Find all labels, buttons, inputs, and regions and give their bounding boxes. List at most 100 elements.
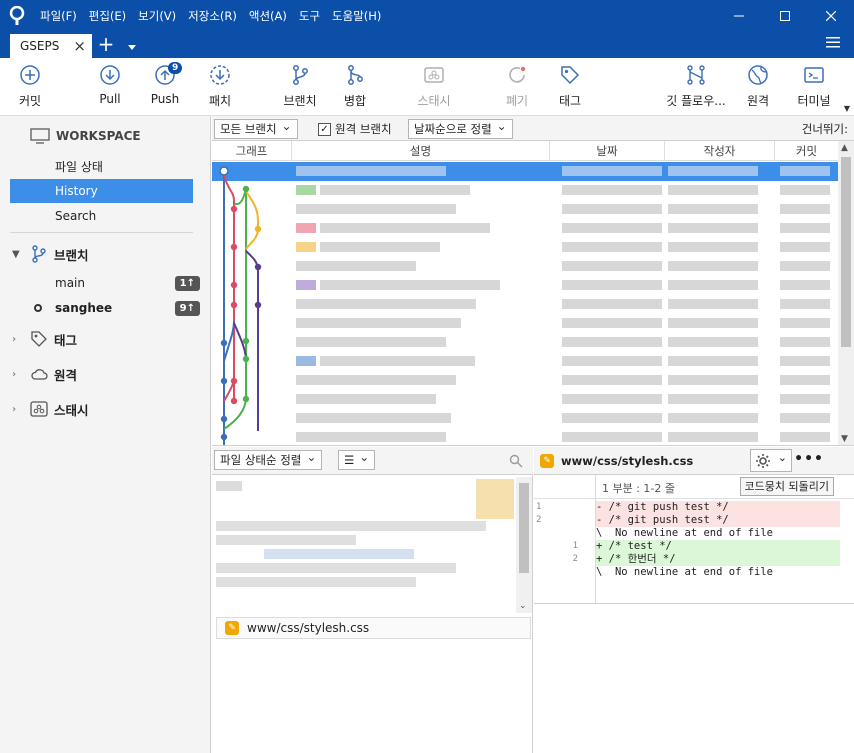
menu-file[interactable]: 파일(F) [34,0,83,32]
table-row[interactable] [212,409,838,428]
tab-repository[interactable]: GSEPS × [10,34,92,58]
scrollbar-thumb[interactable] [841,157,851,347]
search-icon[interactable] [509,454,523,468]
diff-line[interactable]: \ No newline at end of file [534,527,840,540]
diff-line[interactable]: 2 - /* git push test */ [534,514,840,527]
menu-view[interactable]: 보기(V) [132,0,182,32]
menu-tools[interactable]: 도구 [293,0,326,32]
diff-code: - /* git push test */ [596,514,729,526]
diff-line[interactable]: 1 - /* git push test */ [534,501,840,514]
details-scrollbar[interactable]: ⌄ [516,477,532,613]
terminal-button[interactable]: 터미널 [792,58,836,116]
arrow-down-circle-icon [99,58,121,92]
menu-edit[interactable]: 편집(E) [83,0,132,32]
table-row[interactable] [212,200,838,219]
sidebar-section-stashes[interactable]: › 스태시 [12,397,89,421]
sourcetree-logo-icon [0,0,34,32]
scroll-down-icon[interactable]: ⌄ [519,601,527,611]
table-row[interactable] [212,162,838,181]
hamburger-menu-icon[interactable] [826,36,840,51]
sidebar-item-file-status[interactable]: 파일 상태 [10,155,193,179]
chevron-down-icon: ⌄ [777,451,787,464]
tag-button[interactable]: 태그 [550,58,590,116]
remote-branches-checkbox[interactable]: ✓ 원격 브랜치 [318,121,392,137]
sidebar-section-tags[interactable]: › 태그 [12,327,77,351]
diff-line[interactable]: 2 + /* 한번더 */ [534,553,840,566]
chevron-down-icon [128,45,136,50]
menu-repository[interactable]: 저장소(R) [182,0,243,32]
sidebar-item-search[interactable]: Search [10,204,193,228]
table-row[interactable] [212,238,838,257]
monitor-icon [30,128,50,144]
table-row[interactable] [212,390,838,409]
sort-order-dropdown[interactable]: 날짜순으로 정렬 [408,117,513,139]
history-filter-bar: 모든 브랜치 ✓ 원격 브랜치 날짜순으로 정렬 건너뛰기: [212,116,854,141]
column-author[interactable]: 작성자 [665,141,775,161]
menu-actions[interactable]: 액션(A) [243,0,293,32]
table-row[interactable] [212,295,838,314]
stash-icon [423,58,445,92]
new-tab-button[interactable]: + [96,34,116,56]
merge-button[interactable]: 병합 [335,58,375,116]
branch-item-sanghee[interactable]: sanghee 9↑ [10,296,200,320]
more-options-icon[interactable]: ••• [794,451,824,467]
column-graph[interactable]: 그래프 [212,141,292,161]
table-row[interactable] [212,276,838,295]
gear-icon [756,454,770,468]
table-row[interactable] [212,352,838,371]
file-sort-dropdown[interactable]: 파일 상태순 정렬 [214,448,323,470]
commit-node [220,339,228,347]
commit-details [214,477,514,597]
sidebar-section-remotes[interactable]: › 원격 [12,362,77,386]
pull-button[interactable]: Pull [90,58,130,116]
discard-button[interactable]: 폐기 [497,58,537,116]
table-row[interactable] [212,314,838,333]
diff-options-dropdown[interactable]: ⌄ [750,449,792,472]
diff-code: + /* 한번더 */ [596,553,676,565]
table-row[interactable] [212,428,838,445]
diff-line[interactable]: \ No newline at end of file [534,566,840,579]
stash-button[interactable]: 스태시 [412,58,456,116]
column-description[interactable]: 설명 [292,141,550,161]
revert-hunk-button[interactable]: 코드뭉치 되돌리기 [739,477,834,496]
commit-list-scrollbar[interactable]: ▲ ▼ [838,141,854,445]
diff-code: - /* git push test */ [596,501,729,513]
push-button[interactable]: 9 Push [145,58,185,116]
scroll-up-icon[interactable]: ▲ [841,143,848,153]
table-row[interactable] [212,181,838,200]
diff-file-name: www/css/stylesh.css [561,453,694,468]
minimize-button[interactable] [716,0,762,32]
fetch-button[interactable]: 패치 [200,58,240,116]
diff-line[interactable]: 1 + /* test */ [534,540,840,553]
file-view-dropdown[interactable]: ☰ [338,448,376,470]
commit-node [230,377,238,385]
table-row[interactable] [212,371,838,390]
git-flow-button[interactable]: 깃 플로우... [660,58,732,116]
branch-filter-dropdown[interactable]: 모든 브랜치 [214,117,298,139]
scroll-down-icon[interactable]: ▼ [841,434,848,444]
commit-node [254,225,262,233]
toolbar-overflow-icon[interactable]: ▼ [844,104,850,113]
column-date[interactable]: 날짜 [550,141,665,161]
remote-button[interactable]: 원격 [738,58,778,116]
scrollbar-thumb[interactable] [519,483,529,573]
changed-file-item[interactable]: ✎ www/css/stylesh.css [216,617,531,639]
diff-pane: ✎ www/css/stylesh.css ⌄ ••• 1 부분 : 1-2 줄… [534,447,854,753]
commit-node [254,301,262,309]
branch-item-main[interactable]: main 1↑ [10,271,200,295]
close-button[interactable] [808,0,854,32]
commit-node [242,395,250,403]
tab-list-dropdown[interactable] [128,40,136,54]
maximize-button[interactable] [762,0,808,32]
sidebar-item-history[interactable]: History [10,179,193,203]
column-commit[interactable]: 커밋 [775,141,838,161]
table-row[interactable] [212,257,838,276]
commit-button[interactable]: 커밋 [10,58,50,116]
table-row[interactable] [212,333,838,352]
sidebar-section-branches[interactable]: ▼ 브랜치 [12,242,89,266]
table-row[interactable] [212,219,838,238]
tab-close-icon[interactable]: × [73,37,86,55]
menu-help[interactable]: 도움말(H) [326,0,387,32]
branch-button[interactable]: 브랜치 [278,58,322,116]
table-header: 그래프 설명 날짜 작성자 커밋 [212,141,838,161]
